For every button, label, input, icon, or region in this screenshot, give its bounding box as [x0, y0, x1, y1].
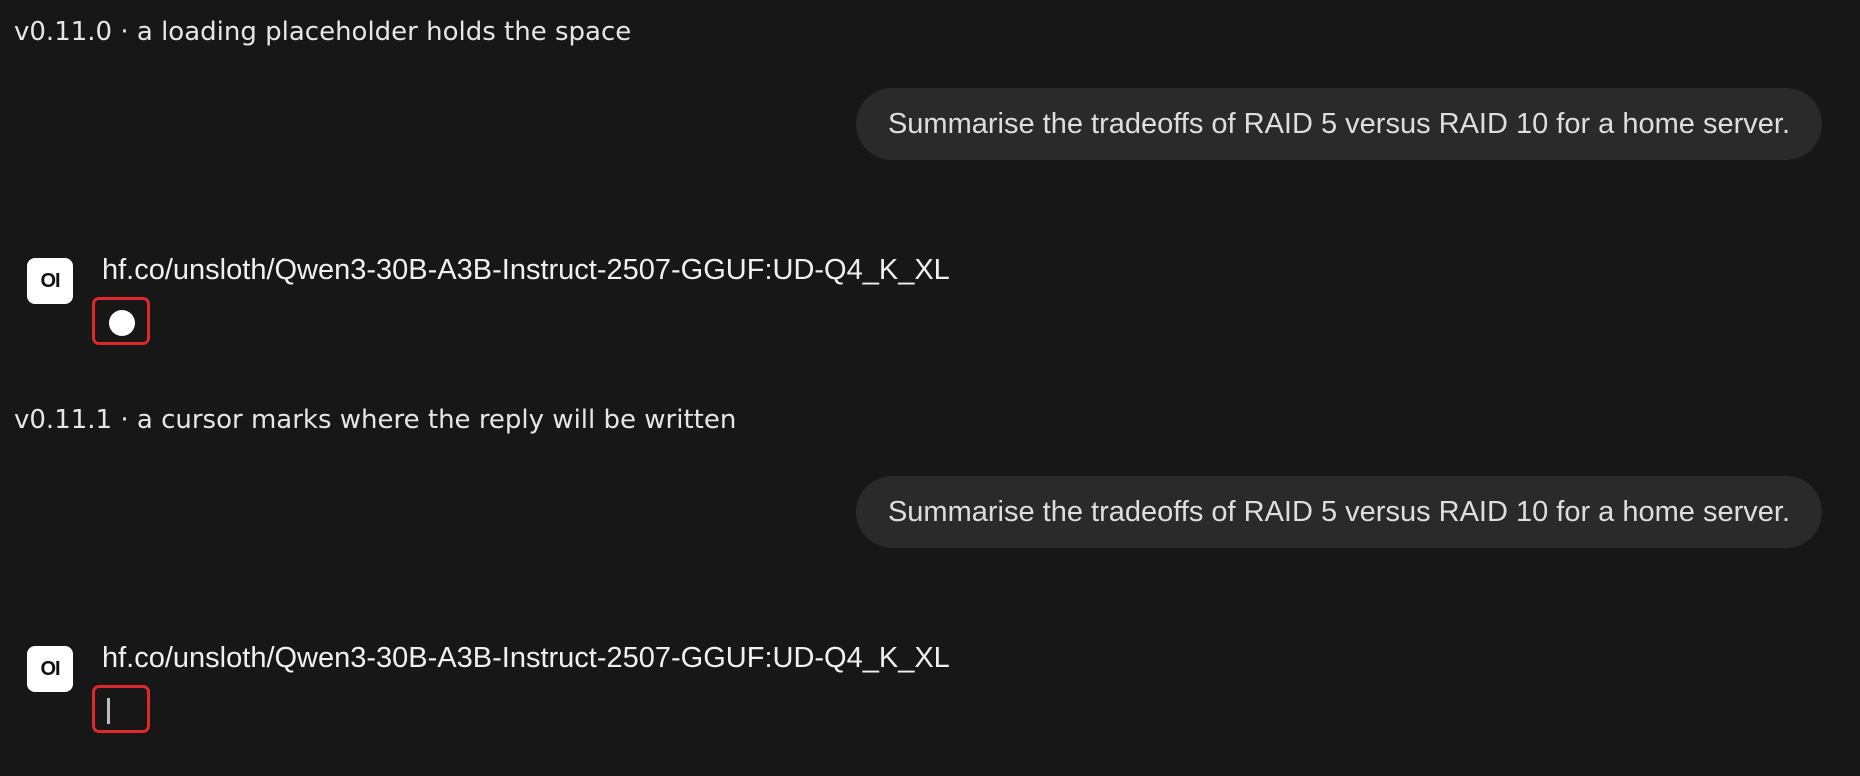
user-message-text: Summarise the tradeoffs of RAID 5 versus… [887, 107, 1790, 140]
text-cursor-icon [107, 698, 110, 724]
avatar-label: OI [40, 269, 60, 292]
user-message-bubble: Summarise the tradeoffs of RAID 5 versus… [855, 88, 1822, 160]
version-section-v0-11-0: v0.11.0 · a loading placeholder holds th… [0, 0, 1860, 388]
user-message-text: Summarise the tradeoffs of RAID 5 versus… [887, 495, 1790, 528]
model-name: hf.co/unsloth/Qwen3-30B-A3B-Instruct-250… [102, 642, 950, 674]
version-caption: v0.11.0 · a loading placeholder holds th… [14, 17, 632, 47]
assistant-avatar: OI [27, 258, 73, 304]
response-placeholder-highlight [92, 297, 150, 345]
user-message-bubble: Summarise the tradeoffs of RAID 5 versus… [855, 476, 1822, 548]
assistant-avatar: OI [27, 646, 73, 692]
loading-dot-icon [109, 310, 135, 336]
avatar-label: OI [40, 657, 60, 680]
response-cursor-highlight [92, 685, 150, 733]
version-caption: v0.11.1 · a cursor marks where the reply… [14, 405, 737, 435]
model-name: hf.co/unsloth/Qwen3-30B-A3B-Instruct-250… [102, 254, 950, 286]
version-section-v0-11-1: v0.11.1 · a cursor marks where the reply… [0, 388, 1860, 776]
